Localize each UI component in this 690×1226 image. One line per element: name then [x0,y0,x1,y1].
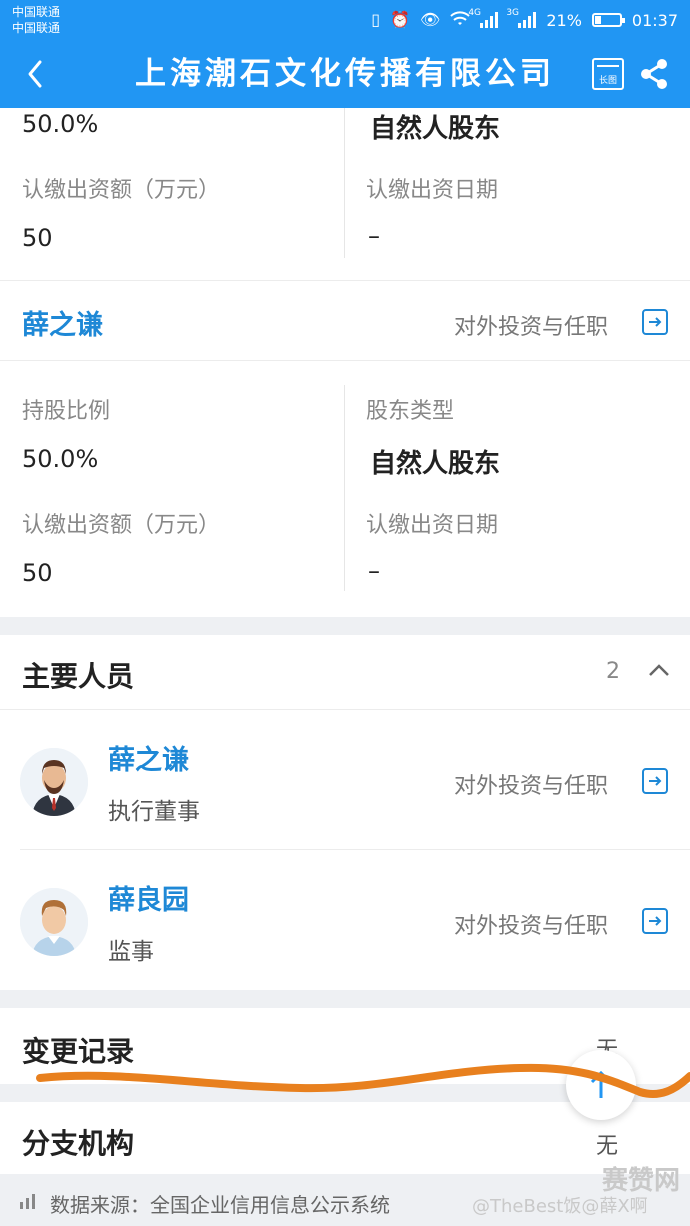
type-value: 自然人股东 [370,449,501,479]
alarm-icon: ⏰ [390,10,411,29]
data-source-text: 数据来源：全国企业信用信息公示系统 [50,1193,390,1217]
signal-2-icon: 3G [506,8,537,28]
avatar-male-beard [20,748,88,816]
avatar-male [20,888,88,956]
carrier-labels: 中国联通 中国联通 [12,4,60,36]
scroll-top-button[interactable] [566,1050,636,1120]
key-personnel-title: 主要人员 [22,660,135,693]
long-image-button[interactable]: 长图 [592,58,624,90]
ratio-label: 持股比例 [22,399,111,424]
prev-date-label: 认缴出资日期 [366,178,499,203]
battery-percent: 21% [546,10,582,30]
arrow-up-icon [590,1070,612,1098]
branches-title: 分支机构 [22,1127,135,1160]
exit-arrow-icon[interactable] [642,309,668,335]
footer: 数据来源：全国企业信用信息公示系统 @TheBest饭@薛X啊 赛赞网 [0,1166,690,1226]
person-role: 执行董事 [108,799,200,825]
person-row[interactable]: 薛良园 监事 对外投资与任职 [0,850,690,990]
amount-label: 认缴出资额（万元） [22,513,221,538]
nav-bar: 上海潮石文化传播有限公司 长图 [0,40,690,108]
key-personnel-section: 主要人员 2 薛之谦 执行董事 对外投资与任职 薛良园 监事 对外投资与任职 [0,635,690,990]
collapse-chevron-icon[interactable] [648,661,670,683]
carrier-2: 中国联通 [12,21,61,35]
clock: 01:37 [631,10,678,30]
type-label: 股东类型 [366,399,455,424]
ratio-value: 50.0% [22,445,99,473]
prev-date-value: – [368,222,380,250]
shareholder-name[interactable]: 薛之谦 [22,303,103,342]
shareholder-card-prev: 50.0% 自然人股东 认缴出资额（万元） 认缴出资日期 50 – [0,108,690,281]
exit-arrow-icon[interactable] [642,908,668,934]
prev-type-value: 自然人股东 [370,114,501,144]
date-label: 认缴出资日期 [366,513,499,538]
site-watermark: 赛赞网 [602,1166,681,1196]
bar-chart-icon [18,1192,36,1214]
page-title: 上海潮石文化传播有限公司 [135,56,555,92]
person-role: 监事 [108,939,154,965]
share-button[interactable] [638,56,670,92]
key-personnel-count: 2 [606,659,620,684]
back-button[interactable] [20,54,56,94]
status-bar: 中国联通 中国联通 ▯ ⏰ 👁 4G 3G 21% 01:37 [0,0,690,40]
person-invest-link[interactable]: 对外投资与任职 [454,768,608,800]
battery-icon [591,13,625,27]
prev-amount-value: 50 [22,224,53,252]
shareholder-details: 持股比例 股东类型 50.0% 自然人股东 认缴出资额（万元） 认缴出资日期 5… [0,361,690,617]
person-row[interactable]: 薛之谦 执行董事 对外投资与任职 [0,710,690,850]
share-icon [641,59,667,89]
carrier-1: 中国联通 [12,5,61,19]
change-records-title: 变更记录 [22,1035,135,1068]
exit-arrow-icon[interactable] [642,768,668,794]
shareholder-header[interactable]: 薛之谦 对外投资与任职 [0,281,690,361]
person-name[interactable]: 薛良园 [108,878,189,917]
date-value: – [368,557,380,585]
long-image-label: 长图 [598,76,617,86]
signal-1-icon: 4G [468,8,499,28]
wifi-icon [450,10,471,30]
person-invest-link[interactable]: 对外投资与任职 [454,908,608,940]
shareholder-invest-link[interactable]: 对外投资与任职 [454,309,608,341]
prev-ratio-value: 50.0% [22,110,99,138]
eye-comfort-icon: 👁 [420,10,441,29]
back-arrow-icon [28,60,42,88]
amount-value: 50 [22,559,53,587]
branches-value: 无 [596,1134,619,1159]
prev-amount-label: 认缴出资额（万元） [22,178,221,203]
person-name[interactable]: 薛之谦 [108,738,189,777]
vibrate-icon: ▯ [371,10,381,29]
status-icons: ▯ ⏰ 👁 4G 3G 21% 01:37 [371,7,678,33]
